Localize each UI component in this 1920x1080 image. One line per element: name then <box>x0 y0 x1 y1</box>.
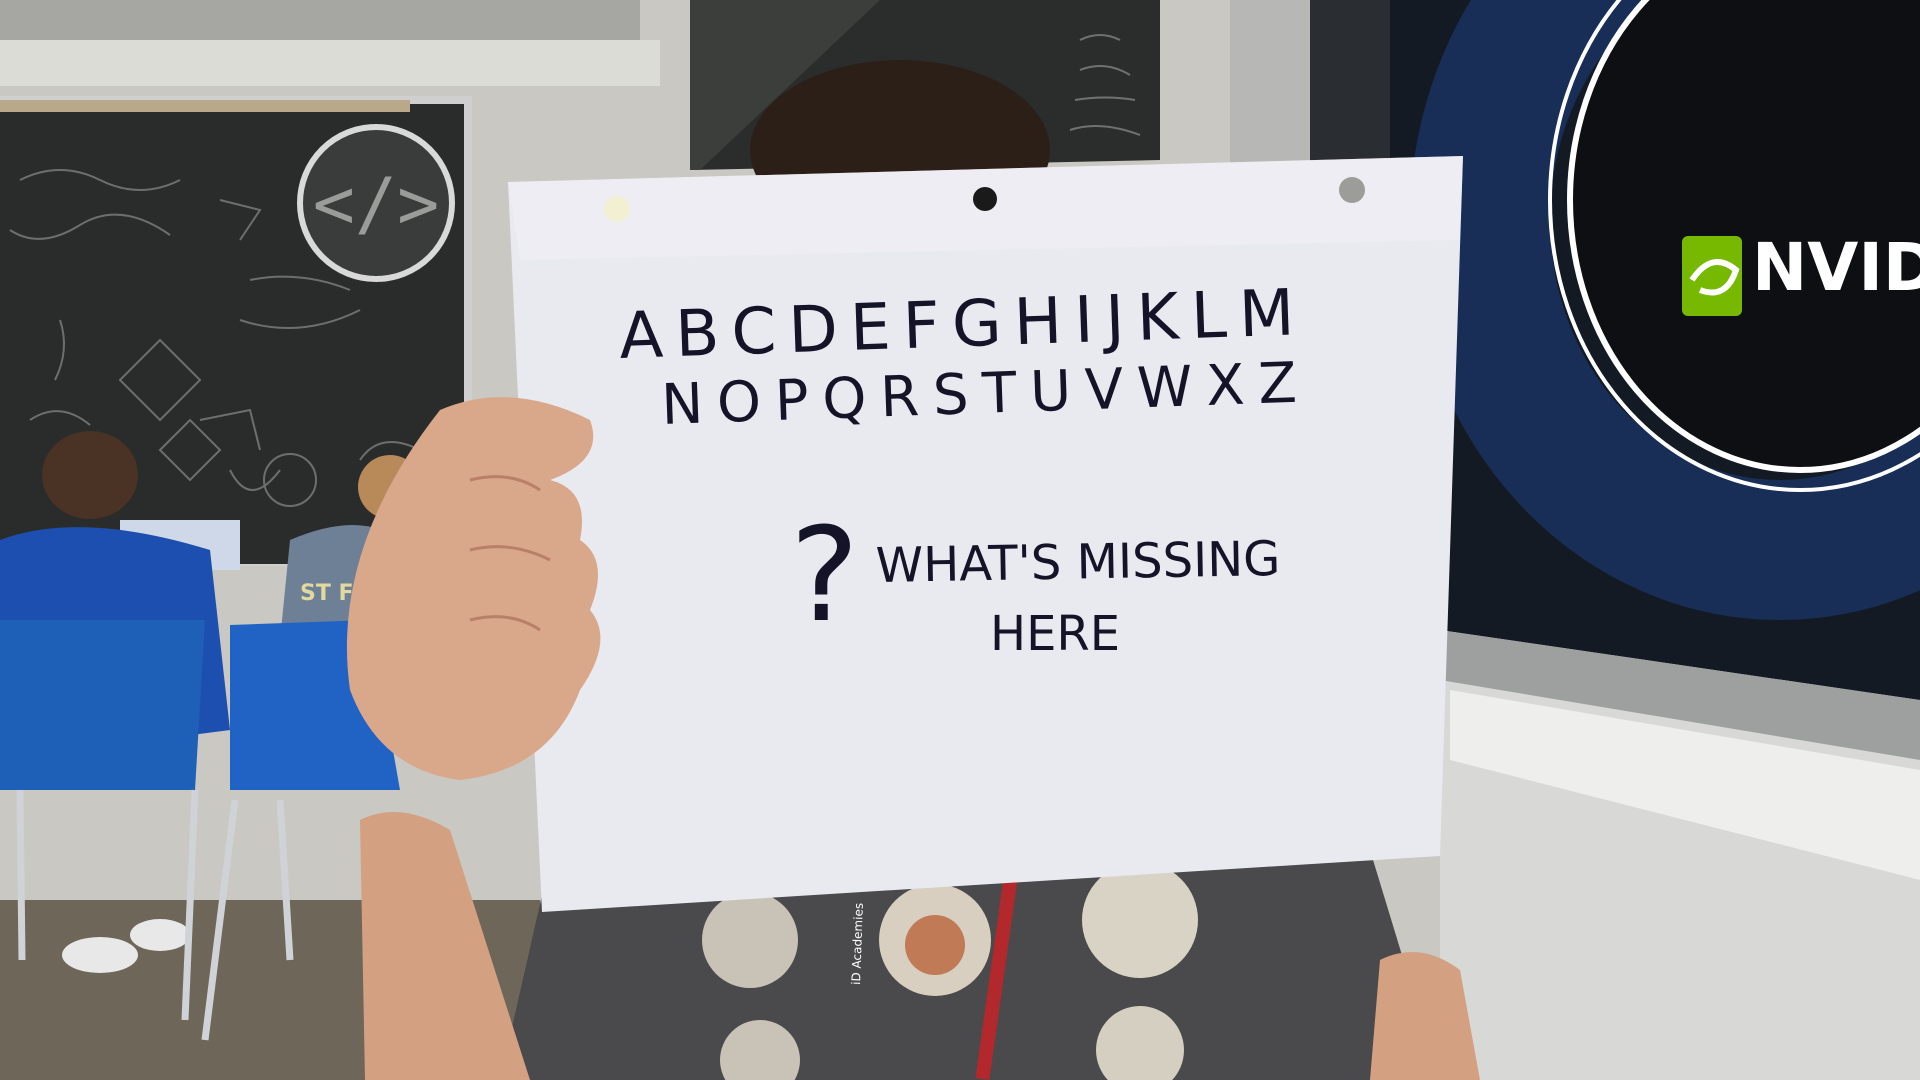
wall-pillar <box>1230 0 1310 170</box>
student-left-shoe-2 <box>130 919 190 951</box>
code-logo-symbol: </> <box>313 163 439 245</box>
chalkboard-ledge <box>0 100 410 112</box>
student-left-shoe <box>62 937 138 973</box>
scene-svg: </> NVIDIA ST FR WE IN <box>0 0 1920 1080</box>
sign-question-line-2: HERE <box>990 606 1120 662</box>
lanyard-text: iD Academies <box>849 903 866 985</box>
sign-question-line-1: WHAT'S MISSING <box>875 531 1281 594</box>
sign-question-mark: ? <box>790 499 859 651</box>
paper-sign <box>508 156 1463 912</box>
student-left-head <box>42 431 138 519</box>
photo-scene: </> NVIDIA ST FR WE IN <box>0 0 1920 1080</box>
paper-hole-center <box>973 187 997 211</box>
wall-trim <box>0 40 660 86</box>
ceiling-strip <box>0 0 640 40</box>
paper-hole-right <box>1339 177 1365 203</box>
chair-left-back <box>0 620 205 790</box>
paper-hole-left <box>604 196 630 222</box>
banner-brand: NVIDIA <box>1752 229 1920 306</box>
